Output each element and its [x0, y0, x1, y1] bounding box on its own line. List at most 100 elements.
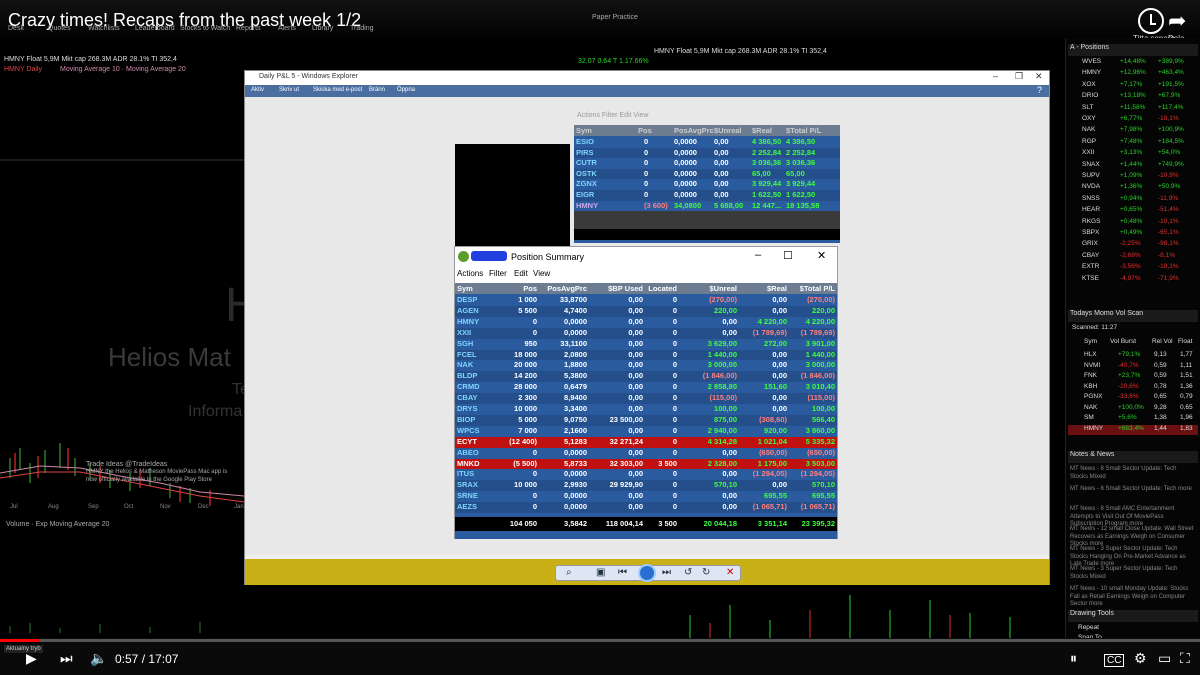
position-row[interactable]: SUPV +1,09% -10,9%	[1068, 172, 1198, 183]
table-cell: 5 500	[518, 305, 537, 315]
position-row[interactable]: RKGS +0,48% -10,1%	[1068, 218, 1198, 229]
ps-menu-edit[interactable]: Edit	[514, 269, 528, 278]
table-cell: (1 846,00)	[702, 371, 737, 381]
rotate-left-icon[interactable]: ↺	[684, 567, 692, 578]
scan-relvol: 0,59	[1154, 372, 1167, 379]
scan-row[interactable]: HLX +79,1% 9,13 1,77	[1068, 351, 1198, 362]
position-row[interactable]: SBPX +0,49% -65,1%	[1068, 229, 1198, 240]
menu-burn[interactable]: Bränn	[369, 87, 385, 93]
menu-aktiv[interactable]: Aktiv	[251, 87, 264, 93]
menu-open[interactable]: Öppna	[397, 87, 415, 93]
position-row[interactable]: WVES +14,48% +389,9%	[1068, 58, 1198, 69]
play-icon[interactable]: ▶	[26, 650, 37, 667]
scan-row[interactable]: PGNX -33,6% 0,65 0,79	[1068, 393, 1198, 404]
position-row[interactable]: NAK +7,98% +100,9%	[1068, 126, 1198, 137]
scan-row[interactable]: FNK +23,7% 0,59 1,51	[1068, 372, 1198, 383]
scan-row[interactable]: HMNY +883,4% 1,44 1,83	[1068, 424, 1198, 436]
ps-menu-filter[interactable]: Filter	[489, 269, 507, 278]
position-symbol: SLT	[1082, 103, 1094, 111]
ps-menu-view[interactable]: View	[533, 269, 550, 278]
progress-track[interactable]	[0, 639, 1200, 642]
fit-icon[interactable]: ▣	[596, 567, 605, 578]
position-row[interactable]: XOX +7,17% +191,5%	[1068, 81, 1198, 92]
ps-menu-actions[interactable]: Actions	[457, 269, 483, 278]
news-item[interactable]: MT News - 10 small Monday Update: Stocks…	[1070, 586, 1196, 609]
window-titlebar: Daily P&L 5 - Windows Explorer – ❐ ✕	[245, 71, 1049, 85]
pause-icon[interactable]: ⏸	[1070, 650, 1077, 667]
menu-reports[interactable]: Reports	[236, 25, 261, 32]
position-row[interactable]: EXTR -3,56% -18,1%	[1068, 263, 1198, 274]
table-cell: (1 789,69)	[752, 327, 787, 337]
position-symbol: DRIO	[1082, 92, 1099, 100]
subtitles-icon[interactable]: CC	[1104, 654, 1125, 667]
position-change: +13,18%	[1120, 92, 1146, 100]
repeat-option[interactable]: Repeat	[1068, 624, 1198, 635]
menu-alerts[interactable]: Alerts	[278, 25, 296, 32]
position-row[interactable]: GRIX -2,25% -98,1%	[1068, 240, 1198, 251]
scan-float: 0,65	[1180, 403, 1193, 411]
news-item[interactable]: MT News - 8 Small Sector Update: Tech mo…	[1070, 486, 1196, 494]
totals-cell: 23 395,32	[801, 519, 835, 528]
minimize-icon[interactable]: –	[993, 71, 998, 81]
position-row[interactable]: SNAX +1,44% +749,9%	[1068, 161, 1198, 172]
zoom-icon[interactable]: ⌕	[566, 567, 572, 578]
position-row[interactable]: SLT +11,58% +117,4%	[1068, 104, 1198, 115]
right-sidebar[interactable]: A - Positions Todays Momo Vol Scan Scann…	[1065, 38, 1200, 641]
position-row[interactable]: OXY +6,77% -18,1%	[1068, 115, 1198, 126]
next-icon[interactable]: ⏭	[662, 567, 671, 578]
news-item[interactable]: MT News - 3 Super Sector Update: Tech St…	[1070, 566, 1196, 581]
table-cell: 3 860,00	[805, 425, 835, 435]
scan-row[interactable]: SM +5,6% 1,38 1,96	[1068, 414, 1198, 425]
menu-library[interactable]: Library	[312, 25, 333, 32]
position-row[interactable]: HMNY +12,96% +463,4%	[1068, 69, 1198, 80]
scan-row[interactable]: KBH -20,6% 0,78 1,36	[1068, 383, 1198, 394]
position-row[interactable]: HEAR +0,65% -51,4%	[1068, 206, 1198, 217]
position-summary-window[interactable]: Position Summary – ☐ ✕ Actions Filter Ed…	[454, 246, 838, 539]
position-row[interactable]: CBAY -2,68% -8,1%	[1068, 252, 1198, 263]
menu-skriv-ut[interactable]: Skriv ut	[279, 87, 299, 93]
table-cell: 3 901,00	[805, 338, 835, 348]
position-change-total: -10,9%	[1158, 172, 1179, 179]
menu-leaderboard[interactable]: Leaderboard	[135, 25, 175, 32]
slideshow-button[interactable]	[638, 564, 656, 582]
next-video-icon[interactable]: ⏭	[60, 650, 73, 667]
settings-icon[interactable]: ⚙	[1134, 650, 1147, 667]
theater-icon[interactable]: ▭	[1158, 650, 1171, 667]
news-item[interactable]: MT News - 8 Small Sector Update: Tech St…	[1070, 466, 1196, 481]
menu-desk[interactable]: Desk	[8, 25, 24, 32]
menu-watchlists[interactable]: Watchlists	[88, 25, 120, 32]
left-chart-panel[interactable]: HMNY Float 5,9M Mkt cap 268.3M ADR 28.1%…	[0, 38, 244, 638]
scan-row[interactable]: NAK +100,0% 9,28 0,65	[1068, 404, 1198, 415]
ps-minimize-icon[interactable]: –	[755, 249, 761, 261]
maximize-icon[interactable]: ❐	[1015, 71, 1023, 82]
platform-menubar: Desk Quotes Watchlists Leaderboard Stock…	[0, 14, 1200, 38]
scan-row[interactable]: NVMI -40,7% 0,59 1,11	[1068, 362, 1198, 373]
position-change-total: +50,9%	[1158, 183, 1181, 191]
delete-icon[interactable]: ✕	[726, 567, 734, 578]
prev-icon[interactable]: ⏮	[618, 567, 627, 578]
ps-maximize-icon[interactable]: ☐	[783, 249, 793, 262]
position-row[interactable]: SNSS +0,94% -11,9%	[1068, 195, 1198, 206]
position-row[interactable]: DRIO +13,18% +67,9%	[1068, 92, 1198, 103]
position-row[interactable]: KTSE -4,97% -71,9%	[1068, 275, 1198, 286]
fullscreen-icon[interactable]: ⛶	[1180, 650, 1190, 667]
scan-float: 1,36	[1180, 382, 1193, 390]
menu-stocks-to-watch[interactable]: Stocks to Watch	[180, 25, 230, 32]
position-row[interactable]: RGP +7,48% +184,5%	[1068, 138, 1198, 149]
ps-close-icon[interactable]: ✕	[817, 249, 826, 262]
menu-quotes[interactable]: Quotes	[48, 25, 71, 32]
position-change-total: -98,1%	[1158, 240, 1179, 248]
table-cell: BIOP	[457, 414, 476, 424]
table-cell: 0	[672, 316, 677, 326]
table-cell: NAK	[457, 360, 474, 370]
position-row[interactable]: XXII +3,13% +54,0%	[1068, 149, 1198, 160]
menu-email[interactable]: Skicka med e-post	[313, 87, 362, 93]
table-cell: (650,00)	[759, 447, 787, 457]
help-icon[interactable]: ?	[1037, 85, 1042, 95]
month-tick: Nov	[160, 504, 171, 510]
close-icon[interactable]: ✕	[1035, 71, 1043, 82]
volume-icon[interactable]: 🔈	[90, 650, 107, 667]
position-row[interactable]: NVDA +1,36% +50,9%	[1068, 183, 1198, 194]
rotate-right-icon[interactable]: ↻	[702, 567, 710, 578]
menu-trading[interactable]: Trading	[350, 25, 373, 32]
